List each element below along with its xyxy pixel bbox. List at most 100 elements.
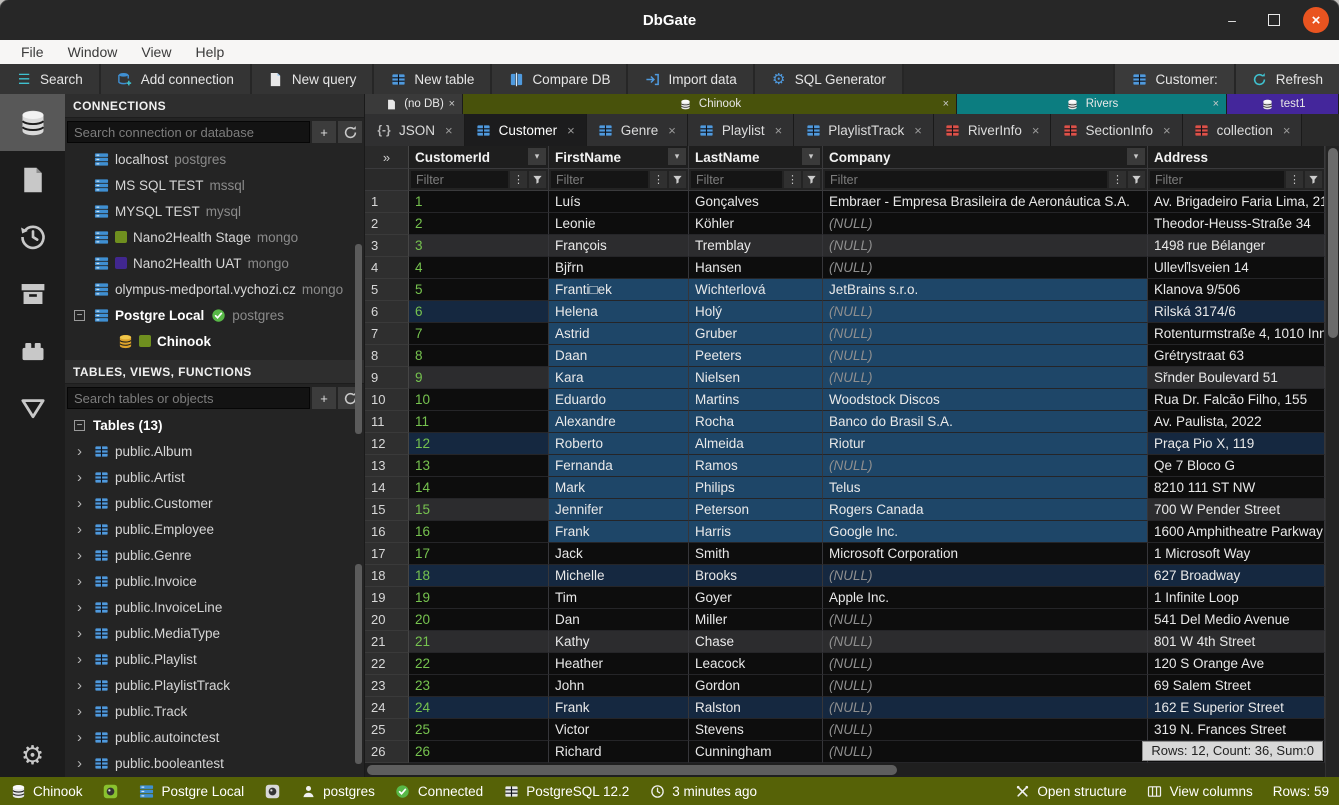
- grid-cell[interactable]: 13: [409, 455, 549, 477]
- menu-item-help[interactable]: Help: [184, 42, 235, 62]
- filter-menu-button[interactable]: ⋮: [510, 171, 527, 188]
- statusbar-item-chinook[interactable]: Chinook: [10, 783, 83, 799]
- grid-cell[interactable]: 9: [409, 367, 549, 389]
- database-tab-nodb[interactable]: (no DB)×: [365, 94, 463, 114]
- row-number[interactable]: 9: [365, 367, 409, 389]
- table-item[interactable]: ›public.Genre: [65, 542, 364, 568]
- close-button[interactable]: ×: [1303, 7, 1329, 33]
- vertical-scrollbar-thumb[interactable]: [1328, 148, 1338, 338]
- grid-cell[interactable]: (NULL): [823, 675, 1148, 697]
- filter-funnel-button[interactable]: [669, 171, 686, 188]
- activity-item-triangle-down[interactable]: [0, 379, 65, 436]
- row-number[interactable]: 18: [365, 565, 409, 587]
- filter-input[interactable]: [411, 171, 508, 188]
- grid-cell[interactable]: Smith: [689, 543, 823, 565]
- grid-cell[interactable]: Daan: [549, 345, 689, 367]
- grid-cell[interactable]: Leonie: [549, 213, 689, 235]
- grid-cell[interactable]: Telus: [823, 477, 1148, 499]
- filter-funnel-button[interactable]: [1128, 171, 1145, 188]
- grid-cell[interactable]: 26: [409, 741, 549, 763]
- filter-menu-button[interactable]: ⋮: [1109, 171, 1126, 188]
- grid-cell[interactable]: Jennifer: [549, 499, 689, 521]
- grid-cell[interactable]: Nielsen: [689, 367, 823, 389]
- grid-cell[interactable]: (NULL): [823, 455, 1148, 477]
- statusbar-item-view-columns[interactable]: View columns: [1147, 783, 1253, 799]
- grid-cell[interactable]: Cunningham: [689, 741, 823, 763]
- database-tab-test1[interactable]: test1: [1227, 94, 1339, 114]
- collapse-icon[interactable]: −: [74, 420, 85, 431]
- table-item[interactable]: ›public.InvoiceLine: [65, 594, 364, 620]
- grid-cell[interactable]: Helena: [549, 301, 689, 323]
- close-icon[interactable]: ×: [1283, 123, 1291, 138]
- statusbar-item[interactable]: [103, 783, 119, 799]
- filter-funnel-button[interactable]: [529, 171, 546, 188]
- table-item[interactable]: ›public.Customer: [65, 490, 364, 516]
- toolbar-button-add-connection[interactable]: Add connection: [101, 64, 252, 94]
- add-table-plus-button[interactable]: +: [312, 387, 336, 409]
- grid-cell[interactable]: Google Inc.: [823, 521, 1148, 543]
- row-number[interactable]: 26: [365, 741, 409, 763]
- connection-item[interactable]: olympus-medportal.vychozi.czmongo: [65, 276, 364, 302]
- connections-refresh-button[interactable]: [338, 121, 362, 143]
- grid-cell[interactable]: Theodor-Heuss-Straße 34: [1148, 213, 1325, 235]
- grid-cell[interactable]: Ralston: [689, 697, 823, 719]
- connection-item[interactable]: MS SQL TESTmssql: [65, 172, 364, 198]
- row-number[interactable]: 10: [365, 389, 409, 411]
- file-tab-customer[interactable]: Customer×: [465, 114, 587, 146]
- row-number[interactable]: 24: [365, 697, 409, 719]
- statusbar-item-open-structure[interactable]: Open structure: [1014, 783, 1126, 799]
- file-tab-riverinfo[interactable]: RiverInfo×: [934, 114, 1052, 146]
- connections-scrollbar[interactable]: [355, 244, 362, 434]
- activity-item-file-white[interactable]: [0, 151, 65, 208]
- grid-cell[interactable]: (NULL): [823, 323, 1148, 345]
- row-number[interactable]: 5: [365, 279, 409, 301]
- grid-cell[interactable]: Philips: [689, 477, 823, 499]
- grid-cell[interactable]: 18: [409, 565, 549, 587]
- grid-cell[interactable]: Rua Dr. Falcăo Filho, 155: [1148, 389, 1325, 411]
- grid-cell[interactable]: Ullevľlsveien 14: [1148, 257, 1325, 279]
- toolbar-button-search[interactable]: ☰Search: [0, 64, 101, 94]
- toolbar-button-refresh[interactable]: Refresh: [1234, 64, 1339, 94]
- close-icon[interactable]: ×: [449, 98, 455, 110]
- grid-cell[interactable]: Grétrystraat 63: [1148, 345, 1325, 367]
- row-number[interactable]: 8: [365, 345, 409, 367]
- table-item[interactable]: ›public.booleantest: [65, 750, 364, 776]
- grid-cell[interactable]: Ramos: [689, 455, 823, 477]
- grid-cell[interactable]: 1498 rue Bélanger: [1148, 235, 1325, 257]
- grid-cell[interactable]: Rogers Canada: [823, 499, 1148, 521]
- row-number[interactable]: 6: [365, 301, 409, 323]
- grid-cell[interactable]: 23: [409, 675, 549, 697]
- grid-cell[interactable]: Av. Brigadeiro Faria Lima, 2170: [1148, 191, 1325, 213]
- row-number[interactable]: 25: [365, 719, 409, 741]
- grid-cell[interactable]: (NULL): [823, 213, 1148, 235]
- grid-cell[interactable]: Kathy: [549, 631, 689, 653]
- grid-cell[interactable]: Dan: [549, 609, 689, 631]
- grid-cell[interactable]: Tim: [549, 587, 689, 609]
- close-icon[interactable]: ×: [1032, 123, 1040, 138]
- table-item[interactable]: ›public.MediaType: [65, 620, 364, 646]
- grid-expand-corner[interactable]: »: [365, 146, 409, 169]
- tables-scrollbar[interactable]: [355, 564, 362, 764]
- database-tab-chinook[interactable]: Chinook×: [463, 94, 957, 114]
- row-number[interactable]: 16: [365, 521, 409, 543]
- grid-cell[interactable]: Rocha: [689, 411, 823, 433]
- column-header-lastname[interactable]: LastName▾: [689, 146, 823, 169]
- grid-cell[interactable]: Embraer - Empresa Brasileira de Aeronáut…: [823, 191, 1148, 213]
- grid-cell[interactable]: John: [549, 675, 689, 697]
- menu-item-window[interactable]: Window: [57, 42, 129, 62]
- statusbar-item-rows-59[interactable]: Rows: 59: [1273, 784, 1329, 799]
- file-tab-playlist[interactable]: Playlist×: [688, 114, 794, 146]
- row-number[interactable]: 21: [365, 631, 409, 653]
- grid-cell[interactable]: (NULL): [823, 257, 1148, 279]
- file-tab-sectioninfo[interactable]: SectionInfo×: [1051, 114, 1182, 146]
- connection-item[interactable]: Nano2Health Stagemongo: [65, 224, 364, 250]
- toolbar-button-new-query[interactable]: New query: [252, 64, 375, 94]
- table-item[interactable]: ›public.Track: [65, 698, 364, 724]
- horizontal-scrollbar[interactable]: [365, 763, 1325, 777]
- grid-cell[interactable]: Gonçalves: [689, 191, 823, 213]
- grid-cell[interactable]: 15: [409, 499, 549, 521]
- filter-input[interactable]: [551, 171, 648, 188]
- close-icon[interactable]: ×: [775, 123, 783, 138]
- grid-cell[interactable]: Mark: [549, 477, 689, 499]
- column-header-firstname[interactable]: FirstName▾: [549, 146, 689, 169]
